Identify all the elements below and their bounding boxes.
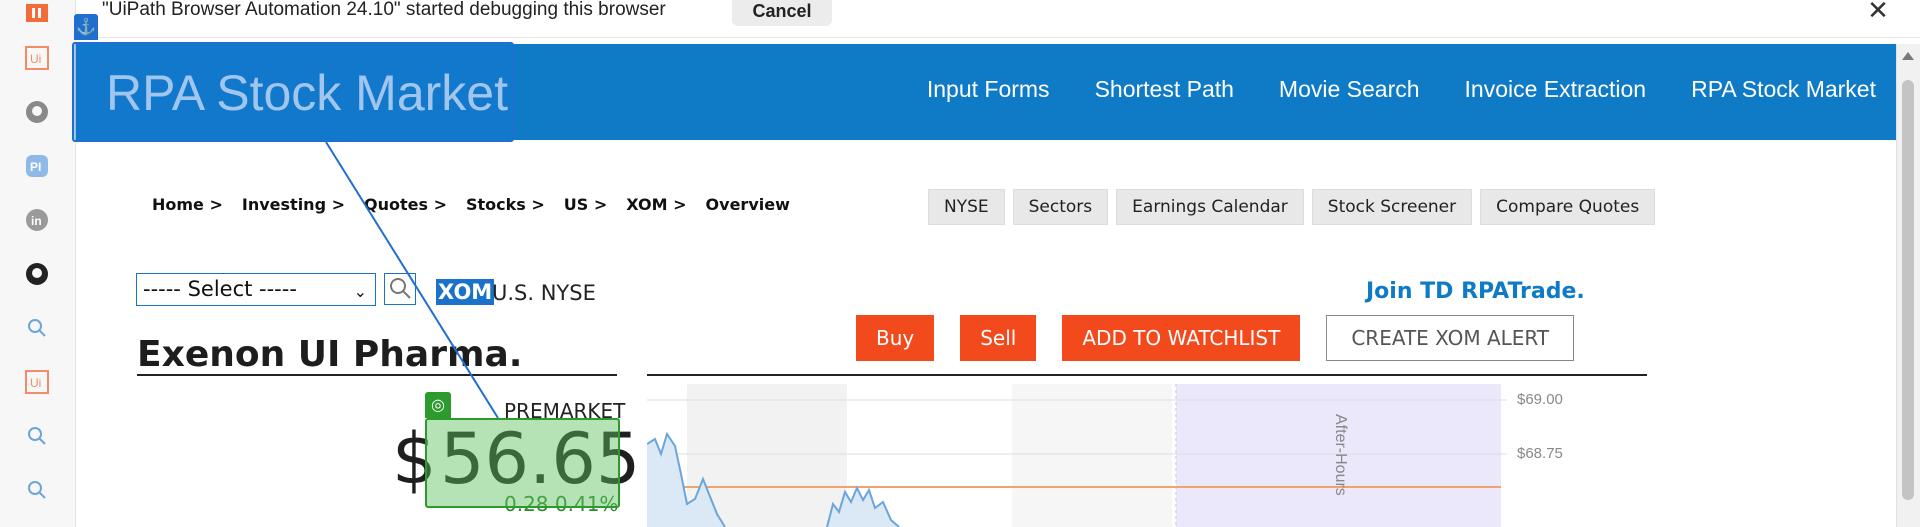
uipath-icon[interactable]: Ui [24,45,50,71]
buy-button[interactable]: Buy [856,315,935,361]
uipath-icon[interactable]: Ui [24,369,50,395]
create-alert-button[interactable]: CREATE XOM ALERT [1326,315,1575,361]
market-tabs: NYSE Sectors Earnings Calendar Stock Scr… [928,189,1656,225]
tab-nyse[interactable]: NYSE [928,189,1005,225]
chart-band [1012,384,1172,527]
nav-link-rpa-stock-market[interactable]: RPA Stock Market [1691,76,1876,103]
page-scrollbar[interactable] [1896,44,1920,527]
breadcrumb-quotes[interactable]: Quotes > [364,195,447,214]
tab-stock-screener[interactable]: Stock Screener [1311,189,1473,225]
nav-link-invoice-extraction[interactable]: Invoice Extraction [1465,76,1647,103]
svg-text:Ui: Ui [30,52,41,66]
nav-link-input-forms[interactable]: Input Forms [927,76,1050,103]
svg-text:PI: PI [30,160,41,174]
breadcrumb-xom[interactable]: XOM > [626,195,686,214]
tab-sectors[interactable]: Sectors [1012,189,1109,225]
join-link[interactable]: Join TD RPATrade. [1366,279,1585,304]
svg-text:Ui: Ui [30,376,41,390]
divider [137,374,617,376]
browser-window: Ui PI in Ui "UiPath Browser Automation 2… [0,0,1920,527]
close-icon[interactable]: ✕ [1860,0,1896,24]
ticker-badge: XOM [436,279,495,305]
after-hours-label: After-Hours [1332,414,1349,496]
debugging-banner: "UiPath Browser Automation 24.10" starte… [76,0,1920,38]
breadcrumb-investing[interactable]: Investing > [242,195,345,214]
trade-actions: Buy Sell ADD TO WATCHLIST CREATE XOM ALE… [856,315,1575,361]
cancel-button[interactable]: Cancel [732,0,832,26]
nav-links: Input Forms Shortest Path Movie Search I… [927,76,1876,103]
scroll-up-icon[interactable] [1902,52,1914,60]
y-tick-label: $69.00 [1517,391,1563,408]
tab-earnings-calendar[interactable]: Earnings Calendar [1116,189,1304,225]
nav-link-shortest-path[interactable]: Shortest Path [1095,76,1234,103]
svg-text:in: in [31,214,42,228]
anchor-icon: ⚓ [74,14,98,40]
stock-select[interactable]: ----- Select ----- ⌄ [136,273,376,306]
breadcrumb-home[interactable]: Home > [152,195,223,214]
github-icon[interactable] [24,261,50,287]
target-highlight [425,418,620,508]
add-to-watchlist-button[interactable]: ADD TO WATCHLIST [1062,315,1301,361]
breadcrumb: Home > Investing > Quotes > Stocks > US … [152,195,790,214]
breadcrumb-stocks[interactable]: Stocks > [466,195,545,214]
stock-select-value: ----- Select ----- [143,277,297,301]
uipath-app-icon[interactable] [24,0,50,26]
search-icon[interactable] [24,315,50,341]
scrollbar-thumb[interactable] [1902,80,1914,500]
linkedin-icon[interactable]: in [24,207,50,233]
search-icon [390,278,411,299]
sell-button[interactable]: Sell [960,315,1037,361]
search-icon[interactable] [24,423,50,449]
search-icon[interactable] [24,477,50,503]
breadcrumb-us[interactable]: US > [564,195,608,214]
target-icon: ◎ [425,392,451,418]
y-tick-label: $68.75 [1517,445,1563,462]
divider [647,374,1647,376]
search-button[interactable] [384,273,416,305]
price-chart: $69.00 $68.75 After-Hours [647,384,1563,527]
github-icon[interactable] [24,99,50,125]
breadcrumb-overview: Overview [705,195,790,214]
exchange-label: U.S. NYSE [492,281,596,305]
company-name: Exenon UI Pharma. [137,334,523,375]
app-rail: Ui PI in Ui [0,0,76,527]
debugging-message: "UiPath Browser Automation 24.10" starte… [102,0,666,20]
nav-link-movie-search[interactable]: Movie Search [1279,76,1420,103]
tab-compare-quotes[interactable]: Compare Quotes [1480,189,1656,225]
chevron-down-icon: ⌄ [353,282,367,301]
pi-icon[interactable]: PI [24,153,50,179]
anchor-highlight [72,42,514,142]
